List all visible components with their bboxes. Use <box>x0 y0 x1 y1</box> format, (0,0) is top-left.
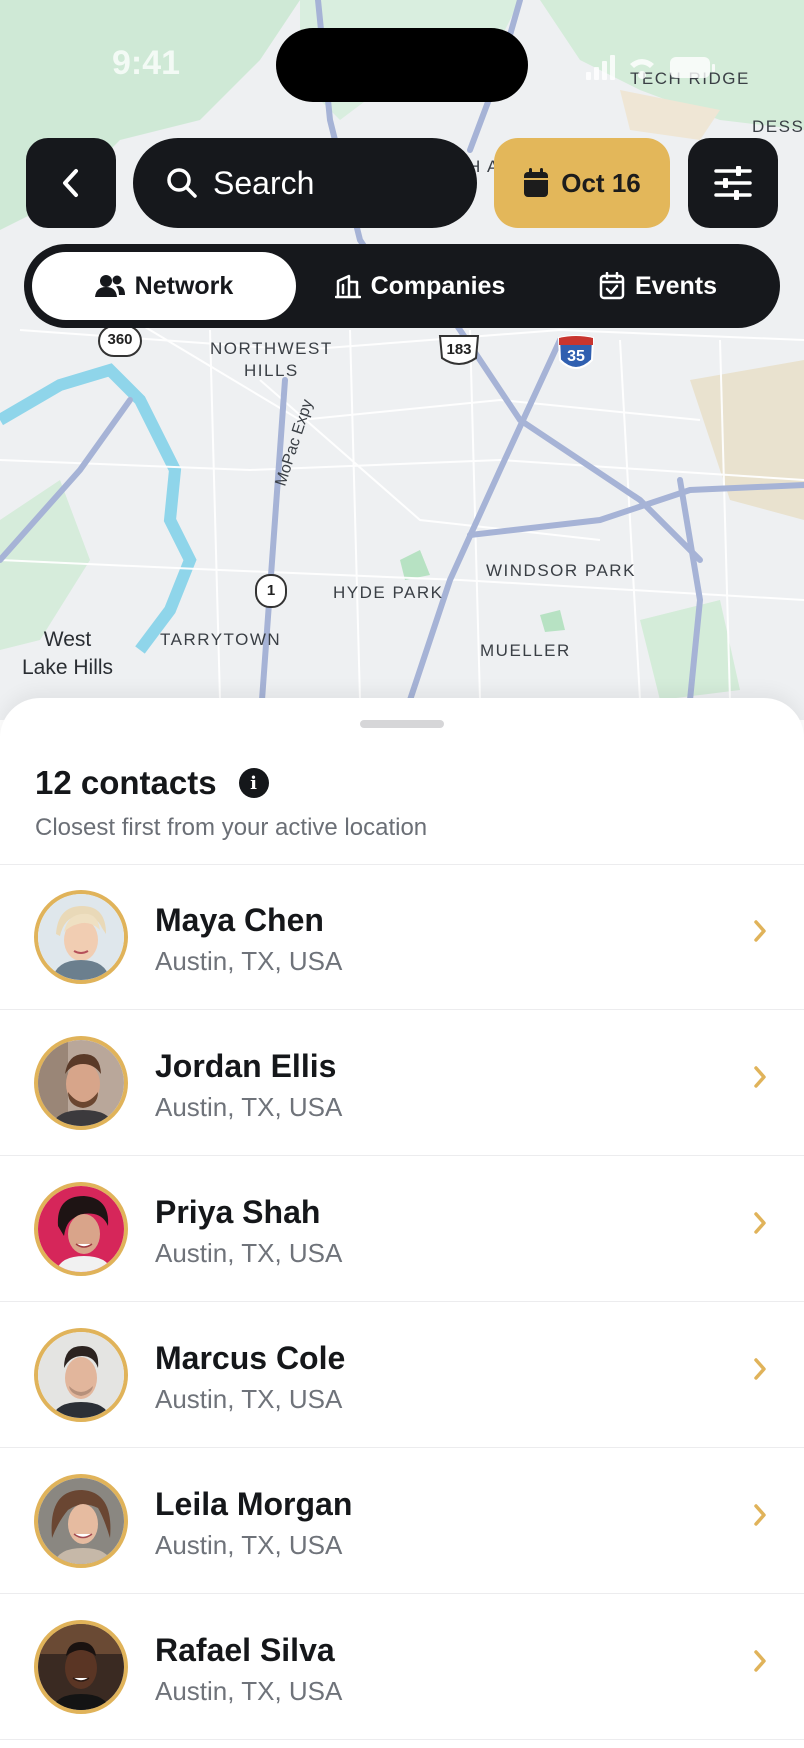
contact-location: Austin, TX, USA <box>155 1238 343 1268</box>
contact-location: Austin, TX, USA <box>155 1530 343 1560</box>
status-time: 9:41 <box>112 44 181 82</box>
search-icon <box>167 168 197 198</box>
dynamic-island <box>276 28 528 102</box>
contacts-count: 12 contacts <box>35 764 217 801</box>
map-label-windsor-park: WINDSOR PARK <box>486 561 636 580</box>
info-icon[interactable]: i <box>238 768 269 798</box>
avatar-photo-maya-chen <box>38 894 124 980</box>
avatar <box>34 890 128 984</box>
contact-row[interactable]: Priya Shah Austin, TX, USA <box>0 1156 804 1302</box>
route-badge-360: 360 <box>97 324 143 358</box>
chevron-right-icon <box>754 1650 766 1672</box>
chevron-right-icon <box>754 1212 766 1234</box>
map-label-tarrytown: TARRYTOWN <box>160 630 282 649</box>
tab-companies[interactable]: Companies <box>300 252 540 320</box>
contact-location: Austin, TX, USA <box>155 1384 343 1414</box>
contact-name: Leila Morgan <box>155 1486 353 1522</box>
contact-row[interactable]: Rafael Silva Austin, TX, USA <box>0 1594 804 1740</box>
avatar-photo-marcus-cole <box>38 1332 124 1418</box>
route-badge-1: 1 <box>254 573 288 609</box>
contact-row[interactable]: Marcus Cole Austin, TX, USA <box>0 1302 804 1448</box>
route-badge-35: 35 <box>556 334 596 376</box>
status-icons <box>586 52 726 82</box>
date-picker-button[interactable]: Oct 16 <box>494 138 670 228</box>
tab-events[interactable]: Events <box>544 252 772 320</box>
map-view[interactable]: TECH RIDGE DESS H A NORTHWEST HILLS MoPa… <box>0 0 804 720</box>
chevron-left-icon <box>63 169 78 197</box>
calendar-check-icon <box>599 272 625 300</box>
map-label-mueller: MUELLER <box>480 641 571 660</box>
tab-companies-label: Companies <box>370 271 506 300</box>
signal-wifi-battery-icon <box>586 55 715 80</box>
contact-row[interactable]: Jordan Ellis Austin, TX, USA <box>0 1010 804 1156</box>
contact-name: Maya Chen <box>155 902 324 938</box>
chevron-right-icon <box>754 920 766 942</box>
map-label-northwest-hills: NORTHWEST HILLS <box>210 339 333 380</box>
avatar <box>34 1182 128 1276</box>
contacts-sheet: 12 contacts i Closest first from your ac… <box>0 698 804 1748</box>
filter-button[interactable] <box>688 138 778 228</box>
contact-name: Marcus Cole <box>155 1340 346 1376</box>
map-label-hyde-park: HYDE PARK <box>333 583 444 602</box>
contact-list: Maya Chen Austin, TX, USA Jordan Ellis A… <box>0 864 804 1740</box>
tab-network-label: Network <box>134 271 234 300</box>
map-label-dess: DESS <box>752 117 804 136</box>
sheet-subtitle: Closest first from your active location <box>35 814 428 841</box>
contact-row[interactable]: Leila Morgan Austin, TX, USA <box>0 1448 804 1594</box>
avatar <box>34 1036 128 1130</box>
segment-control: Network Companies Events <box>24 244 780 328</box>
sheet-grabber[interactable] <box>360 720 444 728</box>
building-icon <box>334 274 361 299</box>
avatar <box>34 1620 128 1714</box>
sheet-title: 12 contacts i <box>35 764 269 802</box>
avatar <box>34 1328 128 1422</box>
contact-name: Jordan Ellis <box>155 1048 337 1084</box>
avatar-photo-priya-shah <box>38 1186 124 1272</box>
back-button[interactable] <box>26 138 116 228</box>
chevron-right-icon <box>754 1066 766 1088</box>
sliders-icon <box>714 166 752 200</box>
people-icon <box>94 275 125 297</box>
chevron-right-icon <box>754 1504 766 1526</box>
map-base-layer <box>0 0 804 720</box>
contact-name: Rafael Silva <box>155 1632 335 1668</box>
contact-row[interactable]: Maya Chen Austin, TX, USA <box>0 864 804 1010</box>
tab-network[interactable]: Network <box>32 252 296 320</box>
avatar-photo-leila-morgan <box>38 1478 124 1564</box>
search-input[interactable]: Search <box>133 138 477 228</box>
avatar-photo-jordan-ellis <box>38 1040 124 1126</box>
contact-location: Austin, TX, USA <box>155 1092 343 1122</box>
avatar-photo-rafael-silva <box>38 1624 124 1710</box>
chevron-right-icon <box>754 1358 766 1380</box>
map-label-west-lake-hills: West Lake Hills <box>22 628 114 679</box>
date-label: Oct 16 <box>561 167 641 198</box>
tab-events-label: Events <box>635 271 717 300</box>
search-placeholder: Search <box>213 164 315 201</box>
route-badge-183: 183 <box>436 332 482 370</box>
calendar-icon <box>524 168 549 197</box>
contact-name: Priya Shah <box>155 1194 321 1230</box>
avatar <box>34 1474 128 1568</box>
contact-location: Austin, TX, USA <box>155 1676 343 1706</box>
contact-location: Austin, TX, USA <box>155 946 343 976</box>
